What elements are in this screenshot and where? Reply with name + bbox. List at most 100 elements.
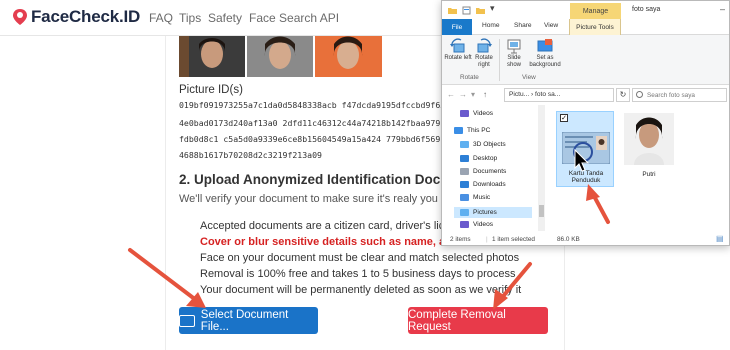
status-bar: 2 items | 1 item selected 86.0 KB ▤ xyxy=(442,231,729,245)
rotate-left-icon xyxy=(450,38,465,53)
slide-show-button[interactable]: Slide show xyxy=(500,38,528,69)
selected-photo-thumbnail xyxy=(247,36,313,77)
nav-item-videos[interactable]: Videos xyxy=(460,221,493,228)
properties-icon[interactable] xyxy=(462,6,471,15)
search-placeholder: Search foto saya xyxy=(647,92,695,99)
ribbon-group-view: View xyxy=(522,74,536,81)
tab-view[interactable]: View xyxy=(544,22,558,29)
complete-removal-label: Complete Removal Request xyxy=(408,308,506,333)
back-arrow-icon[interactable]: ← xyxy=(447,90,455,99)
file-name: Putri xyxy=(642,171,656,178)
picture-ids-label: Picture ID(s) xyxy=(179,84,243,96)
nav-item-music[interactable]: Music xyxy=(460,194,490,201)
forward-arrow-icon[interactable]: → xyxy=(459,90,467,99)
quick-access-dropdown-icon[interactable]: ▾ xyxy=(490,3,495,14)
tab-home[interactable]: Home xyxy=(482,22,500,29)
folder-icon xyxy=(448,8,457,14)
picture-id-hash: 019bf091973255a7c1da0d5848338acb f47dcda… xyxy=(179,100,460,110)
nav-item-downloads[interactable]: Downloads xyxy=(460,181,506,188)
music-icon xyxy=(460,194,469,201)
id-card-image xyxy=(562,132,610,164)
file-explorer-window: ▾ Manage foto saya – File Home Share Vie… xyxy=(441,0,730,246)
list-item: Your document will be permanently delete… xyxy=(200,284,566,300)
rotate-left-button[interactable]: Rotate left xyxy=(444,38,472,62)
file-name: Kartu Tanda Penduduk xyxy=(568,170,604,184)
pictures-icon xyxy=(460,209,469,216)
videos-icon xyxy=(460,221,469,228)
select-document-label: Select Document File... xyxy=(200,308,289,333)
search-input[interactable]: Search foto saya xyxy=(632,88,727,102)
computer-icon xyxy=(454,127,463,134)
window-title: foto saya xyxy=(632,6,661,13)
3d-objects-icon xyxy=(460,141,469,148)
new-folder-icon[interactable] xyxy=(476,6,485,15)
search-icon xyxy=(636,91,643,98)
nav-link-faq[interactable]: FAQ xyxy=(149,11,173,25)
list-item: Face on your document must be clear and … xyxy=(200,252,566,268)
id-card-icon xyxy=(179,314,195,327)
rotate-right-button[interactable]: Rotate right xyxy=(470,38,498,69)
explorer-title-bar[interactable]: ▾ Manage foto saya – xyxy=(442,1,729,21)
nav-item-3d-objects[interactable]: 3D Objects xyxy=(460,141,506,148)
picture-id-hash: 4688b1617b70208d2c3219f213a09 xyxy=(179,150,322,160)
rotate-left-label: Rotate left xyxy=(444,55,472,61)
selected-photo-thumbnail xyxy=(315,36,382,77)
set-background-icon xyxy=(537,39,553,52)
set-as-background-label: Set as background xyxy=(529,55,561,68)
tab-share[interactable]: Share xyxy=(514,22,532,29)
address-bar[interactable]: Pictu... › foto sa... xyxy=(504,88,614,102)
videos-icon xyxy=(460,110,469,117)
section-subtitle: We'll verify your document to make sure … xyxy=(179,193,451,205)
selection-size: 86.0 KB xyxy=(557,236,580,243)
rotate-right-icon xyxy=(477,38,492,53)
nav-item-videos[interactable]: Videos xyxy=(460,110,493,117)
item-count: 2 items xyxy=(450,236,471,243)
recent-locations-icon[interactable]: ▾ xyxy=(471,90,475,99)
documents-icon xyxy=(460,168,469,175)
file-item-ktp[interactable]: ✓ Kartu Tanda Penduduk xyxy=(556,111,614,187)
nav-link-face-search-api[interactable]: Face Search API xyxy=(249,11,339,25)
tab-file[interactable]: File xyxy=(442,19,472,35)
tab-picture-tools[interactable]: Picture Tools xyxy=(569,19,621,35)
minimize-icon[interactable]: – xyxy=(720,4,725,14)
site-logo[interactable]: FaceCheck.ID xyxy=(12,7,140,27)
ribbon-toolbar: Rotate left Rotate right Slide show Set … xyxy=(442,35,729,85)
nav-item-this-pc[interactable]: This PC xyxy=(454,127,490,134)
status-separator: | xyxy=(486,236,488,243)
scrollbar-thumb[interactable] xyxy=(539,205,544,217)
details-view-icon[interactable]: ▤ xyxy=(716,234,724,243)
address-row: ← → ▾ ↑ Pictu... › foto sa... ↻ Search f… xyxy=(442,85,729,105)
set-as-background-button[interactable]: Set as background xyxy=(528,38,562,69)
select-document-button[interactable]: Select Document File... xyxy=(179,307,318,334)
list-item: Removal is 100% free and takes 1 to 5 bu… xyxy=(200,268,566,284)
location-pin-icon xyxy=(13,9,27,25)
nav-item-desktop[interactable]: Desktop xyxy=(460,155,497,162)
manage-tab[interactable]: Manage xyxy=(570,3,621,19)
refresh-icon[interactable]: ↻ xyxy=(616,88,630,102)
file-list: ✓ Kartu Tanda Penduduk Putri xyxy=(546,105,729,231)
picture-id-hash: 4e0bad0173d240af13a0 2dfd11c46312c44a742… xyxy=(179,118,456,128)
logo-text: FaceCheck.ID xyxy=(31,7,141,26)
nav-link-safety[interactable]: Safety xyxy=(208,11,242,25)
checkbox[interactable]: ✓ xyxy=(560,114,568,122)
downloads-icon xyxy=(460,181,469,188)
selection-count: 1 item selected xyxy=(492,236,535,243)
ribbon-group-rotate: Rotate xyxy=(460,74,479,81)
screen: FaceCheck.ID FAQ Tips Safety Face Search… xyxy=(0,0,730,350)
navigation-scrollbar[interactable] xyxy=(538,105,545,231)
nav-item-pictures[interactable]: Pictures xyxy=(454,207,532,218)
nav-item-documents[interactable]: Documents xyxy=(460,168,506,175)
up-arrow-icon[interactable]: ↑ xyxy=(483,90,487,99)
complete-removal-button[interactable]: Complete Removal Request xyxy=(408,307,548,334)
navigation-pane: Videos This PC 3D Objects Desktop Docume… xyxy=(442,105,545,231)
picture-id-hash: fdb0d8c1 c5a5d0a9339e6ce8b15604549a15a42… xyxy=(179,134,456,144)
ribbon-tabs: File Home Share View Picture Tools xyxy=(442,19,729,35)
rotate-right-label: Rotate right xyxy=(475,55,493,68)
section-title: 2. Upload Anonymized Identification Docu… xyxy=(179,172,481,187)
portrait-image xyxy=(624,113,674,165)
desktop-icon xyxy=(460,155,469,162)
slide-show-icon xyxy=(507,39,521,54)
slide-show-label: Slide show xyxy=(506,55,521,68)
file-item-putri[interactable]: Putri xyxy=(620,111,678,187)
nav-link-tips[interactable]: Tips xyxy=(179,11,201,25)
